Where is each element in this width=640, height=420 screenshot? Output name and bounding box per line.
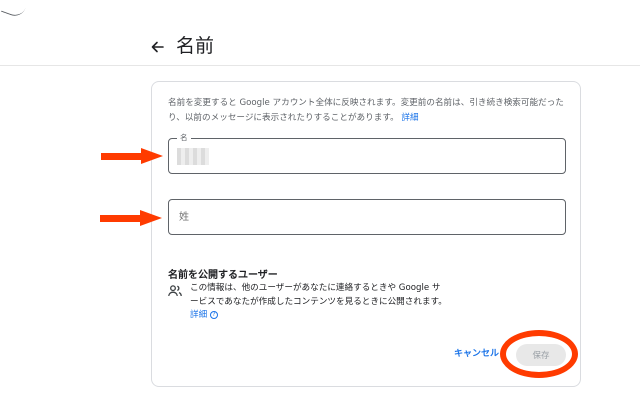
annotation-arrow-head: [141, 148, 163, 164]
visibility-learn-more-link[interactable]: 詳細: [190, 310, 207, 320]
arrow-left-icon: [151, 41, 164, 53]
back-button[interactable]: [146, 36, 168, 58]
description-text: 名前を変更すると Google アカウント全体に反映されます。変更前の名前は、引…: [168, 98, 564, 123]
description-learn-more-link[interactable]: 詳細: [401, 113, 418, 123]
description: 名前を変更すると Google アカウント全体に反映されます。変更前の名前は、引…: [168, 96, 566, 126]
help-circle-icon[interactable]: ?: [209, 310, 218, 319]
first-name-field[interactable]: 名: [168, 133, 566, 174]
annotation-arrow-head: [140, 210, 162, 226]
visibility-section-title: 名前を公開するユーザー: [168, 270, 278, 281]
page-title: 名前: [176, 35, 215, 57]
annotation-highlight-circle: [500, 330, 578, 378]
header-divider: [0, 65, 640, 66]
visibility-info: この情報は、他のユーザーがあなたに連絡するときや Google サービスであなた…: [190, 282, 448, 323]
annotation-arrow-shaft: [101, 153, 145, 160]
corner-decoration: [0, 0, 30, 20]
last-name-input[interactable]: [179, 200, 549, 234]
first-name-input[interactable]: [179, 139, 549, 173]
visibility-info-text: この情報は、他のユーザーがあなたに連絡するときや Google サービスであなた…: [190, 283, 447, 307]
annotation-arrow-shaft: [100, 215, 144, 222]
people-icon: [168, 285, 182, 297]
cancel-button[interactable]: キャンセル: [454, 346, 499, 359]
last-name-field[interactable]: [168, 199, 566, 235]
